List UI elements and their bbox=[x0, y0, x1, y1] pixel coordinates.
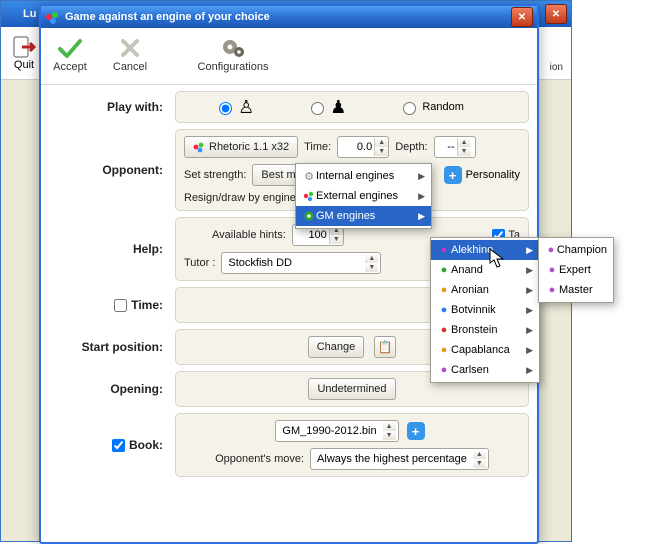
menu-gm-capablanca[interactable]: ●Capablanca▶ bbox=[431, 340, 539, 360]
time-label: Time: bbox=[304, 141, 331, 153]
time-label-row[interactable]: Time: bbox=[49, 287, 169, 323]
bg-close-button[interactable]: ✕ bbox=[545, 4, 567, 24]
clipboard-icon: 📋 bbox=[378, 340, 393, 354]
book-section: GM_1990-2012.bin▲▼ + Opponent's move: Al… bbox=[175, 413, 529, 477]
play-white-radio[interactable]: ♙ bbox=[214, 98, 254, 116]
accept-button[interactable]: Accept bbox=[43, 30, 97, 80]
bullet-icon: ● bbox=[545, 244, 557, 256]
opening-label: Opening: bbox=[49, 371, 169, 407]
menu-gm-carlsen[interactable]: ●Carlsen▶ bbox=[431, 360, 539, 380]
check-icon bbox=[57, 37, 83, 59]
engines-context-menu[interactable]: ⚙Internal engines▶ External engines▶ GM … bbox=[295, 163, 432, 229]
plus-icon: + bbox=[444, 166, 462, 184]
bg-quit-button[interactable]: Quit bbox=[5, 35, 43, 71]
book-label-row[interactable]: Book: bbox=[49, 413, 169, 477]
play-with-label: Play with: bbox=[49, 91, 169, 123]
play-random-radio[interactable]: Random bbox=[398, 98, 464, 116]
personality-label[interactable]: Personality bbox=[466, 169, 520, 181]
bullet-icon: ● bbox=[545, 264, 559, 276]
time-spinner[interactable]: ▲▼ bbox=[337, 136, 389, 158]
help-label: Help: bbox=[49, 217, 169, 281]
menu-gm-engines[interactable]: GM engines▶ bbox=[296, 206, 431, 226]
bullet-icon: ● bbox=[437, 344, 451, 356]
book-file-select[interactable]: GM_1990-2012.bin▲▼ bbox=[275, 420, 398, 442]
dialog-titlebar[interactable]: Game against an engine of your choice ✕ bbox=[41, 6, 537, 28]
bg-title: Lu bbox=[23, 8, 36, 20]
menu-gm-bronstein[interactable]: ●Bronstein▶ bbox=[431, 320, 539, 340]
paste-position-button[interactable]: 📋 bbox=[374, 336, 396, 358]
menu-level-master[interactable]: ●Master bbox=[539, 280, 613, 300]
bullet-icon: ● bbox=[437, 324, 451, 336]
app-icon bbox=[45, 10, 59, 24]
bg-quit-label: Quit bbox=[14, 59, 34, 71]
exit-icon bbox=[12, 35, 36, 59]
app-icon bbox=[303, 190, 315, 202]
bullet-icon: ● bbox=[437, 304, 451, 316]
gm-players-context-menu[interactable]: ●Alekhine▶●Anand▶●Aronian▶●Botvinnik▶●Br… bbox=[430, 237, 540, 383]
menu-internal-engines[interactable]: ⚙Internal engines▶ bbox=[296, 166, 431, 186]
set-strength-label: Set strength: bbox=[184, 169, 246, 181]
app-icon bbox=[193, 141, 205, 153]
play-black-radio[interactable]: ♟ bbox=[306, 98, 346, 116]
bg-ion-text: ion bbox=[550, 62, 563, 73]
gear-icon: ⚙ bbox=[302, 170, 316, 183]
gm-icon bbox=[302, 210, 316, 222]
hints-label: Available hints: bbox=[212, 229, 286, 241]
gears-icon bbox=[220, 37, 246, 59]
opponent-label: Opponent: bbox=[49, 129, 169, 211]
menu-level-expert[interactable]: ●Expert bbox=[539, 260, 613, 280]
resign-draw-label: Resign/draw by engine bbox=[184, 192, 296, 204]
start-position-label: Start position: bbox=[49, 329, 169, 365]
bullet-icon: ● bbox=[545, 284, 559, 296]
depth-spinner[interactable]: ▲▼ bbox=[434, 136, 476, 158]
depth-label: Depth: bbox=[395, 141, 427, 153]
black-pawn-icon: ♟ bbox=[330, 98, 346, 116]
levels-context-menu[interactable]: ●Champion●Expert●Master bbox=[538, 237, 614, 303]
opp-move-label: Opponent's move: bbox=[215, 453, 304, 465]
change-position-button[interactable]: Change bbox=[308, 336, 365, 358]
menu-gm-alekhine[interactable]: ●Alekhine▶ bbox=[431, 240, 539, 260]
white-pawn-icon: ♙ bbox=[238, 98, 254, 116]
bullet-icon: ● bbox=[437, 284, 451, 296]
bullet-icon: ● bbox=[437, 244, 451, 256]
x-icon bbox=[119, 37, 141, 59]
tutor-select[interactable]: Stockfish DD▲▼ bbox=[221, 252, 381, 274]
dialog-toolbar: Accept Cancel Configurations bbox=[41, 28, 537, 85]
menu-gm-anand[interactable]: ●Anand▶ bbox=[431, 260, 539, 280]
add-book-button[interactable]: + bbox=[407, 422, 425, 440]
menu-external-engines[interactable]: External engines▶ bbox=[296, 186, 431, 206]
engine-select-button[interactable]: Rhetoric 1.1 x32 bbox=[184, 136, 298, 158]
bullet-icon: ● bbox=[437, 264, 451, 276]
dialog-title: Game against an engine of your choice bbox=[65, 11, 270, 23]
bullet-icon: ● bbox=[437, 364, 451, 376]
play-with-section: ♙ ♟ Random bbox=[175, 91, 529, 123]
tutor-label: Tutor : bbox=[184, 257, 215, 269]
menu-gm-botvinnik[interactable]: ●Botvinnik▶ bbox=[431, 300, 539, 320]
configurations-button[interactable]: Configurations bbox=[191, 30, 275, 80]
opening-button[interactable]: Undetermined bbox=[308, 378, 395, 400]
menu-level-champion[interactable]: ●Champion bbox=[539, 240, 613, 260]
dialog-close-button[interactable]: ✕ bbox=[511, 7, 533, 27]
cancel-button[interactable]: Cancel bbox=[103, 30, 157, 80]
opp-move-select[interactable]: Always the highest percentage▲▼ bbox=[310, 448, 489, 470]
menu-gm-aronian[interactable]: ●Aronian▶ bbox=[431, 280, 539, 300]
